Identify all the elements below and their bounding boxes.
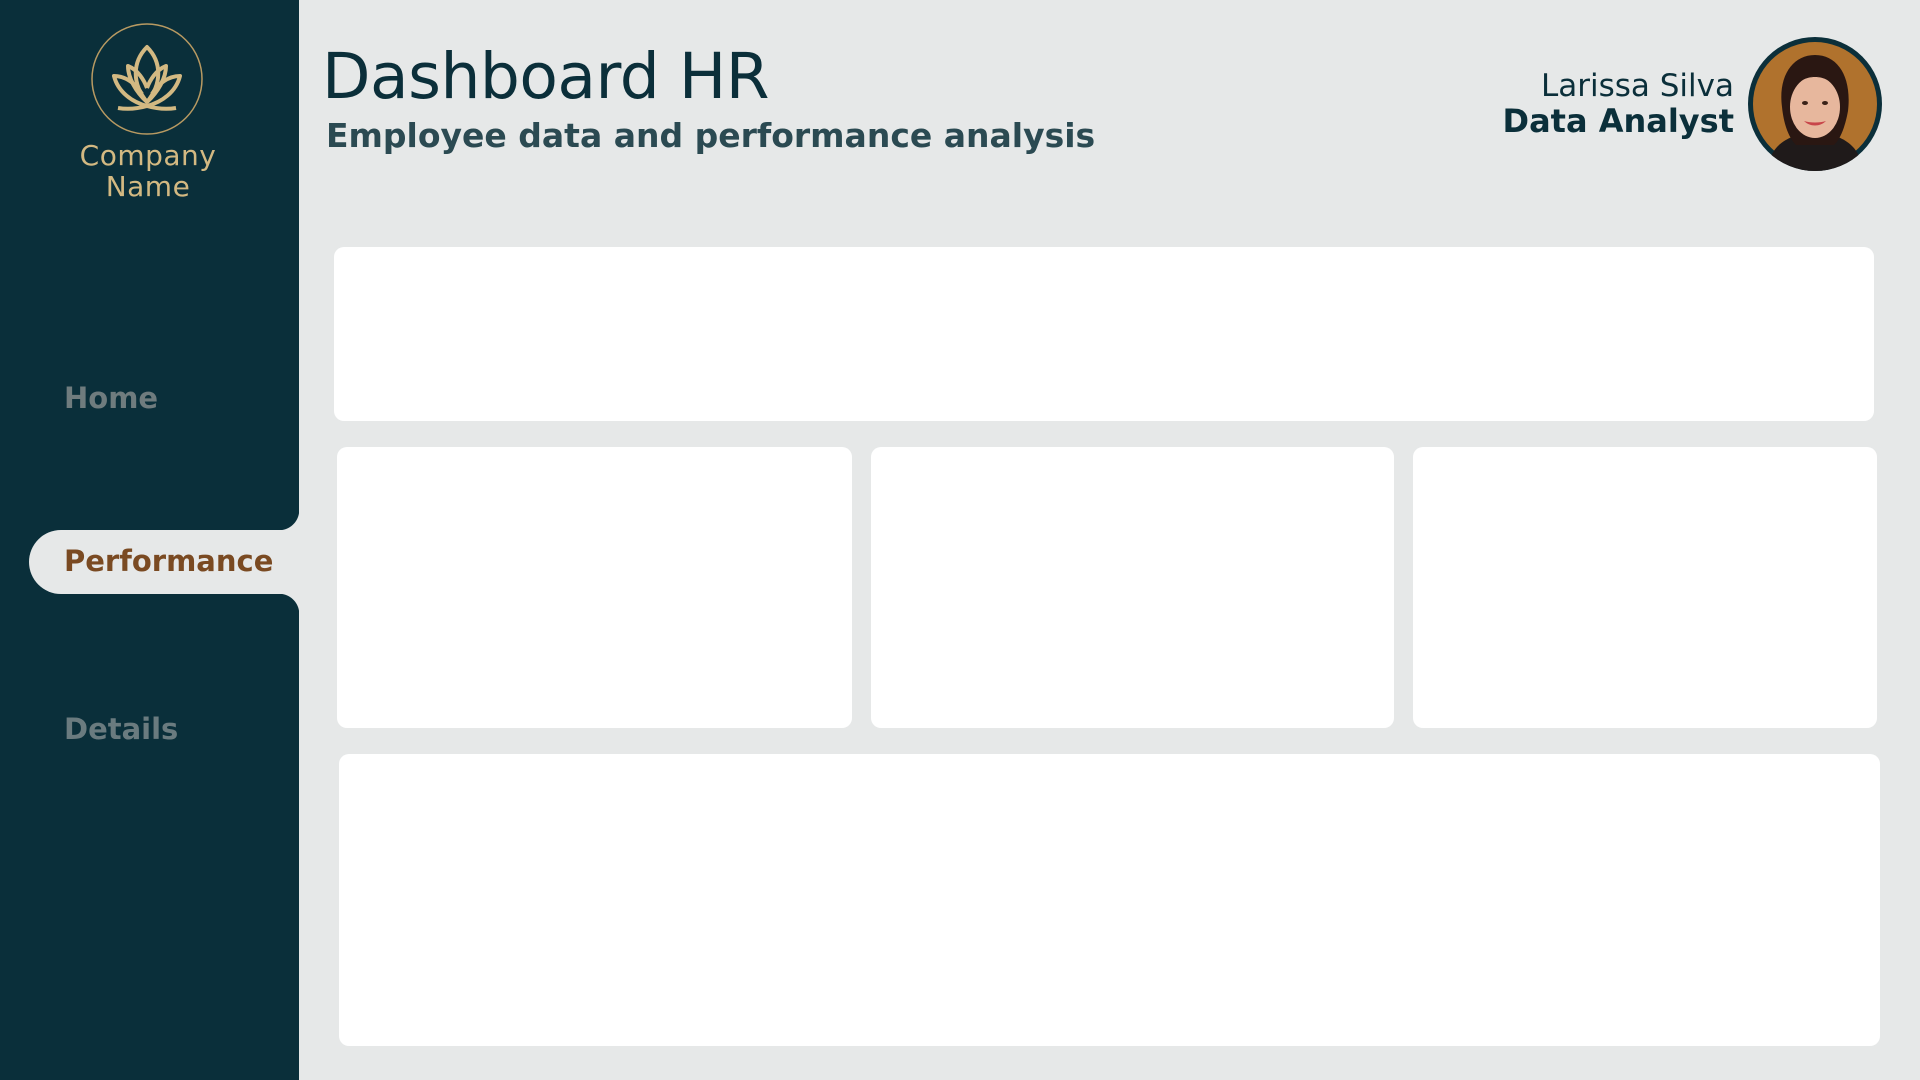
avatar-portrait-icon	[1753, 42, 1877, 171]
page-subtitle: Employee data and performance analysis	[326, 116, 1096, 155]
nav-item-details[interactable]: Details	[64, 712, 178, 746]
nav-item-performance-label[interactable]: Performance	[64, 544, 273, 578]
chart-card-3	[1413, 447, 1877, 728]
chart-card-bottom	[339, 754, 1880, 1046]
user-avatar[interactable]	[1748, 37, 1882, 171]
company-name: Company Name	[0, 140, 296, 202]
user-role: Data Analyst	[1502, 102, 1735, 140]
company-name-line1: Company	[79, 139, 217, 172]
nav-item-home[interactable]: Home	[64, 381, 158, 415]
company-name-line2: Name	[105, 170, 191, 203]
chart-card-1	[337, 447, 852, 728]
chart-card-2	[871, 447, 1394, 728]
sidebar: Company Name Home Performance Details	[0, 0, 319, 1080]
active-tab-corner-top	[279, 510, 299, 530]
kpi-card-top	[334, 247, 1874, 421]
active-tab-corner-bottom	[279, 594, 299, 614]
user-name: Larissa Silva	[1540, 68, 1734, 104]
lotus-logo-icon	[91, 23, 203, 135]
nav-item-performance-active[interactable]: Performance	[29, 510, 319, 614]
page-title: Dashboard HR	[322, 40, 769, 113]
